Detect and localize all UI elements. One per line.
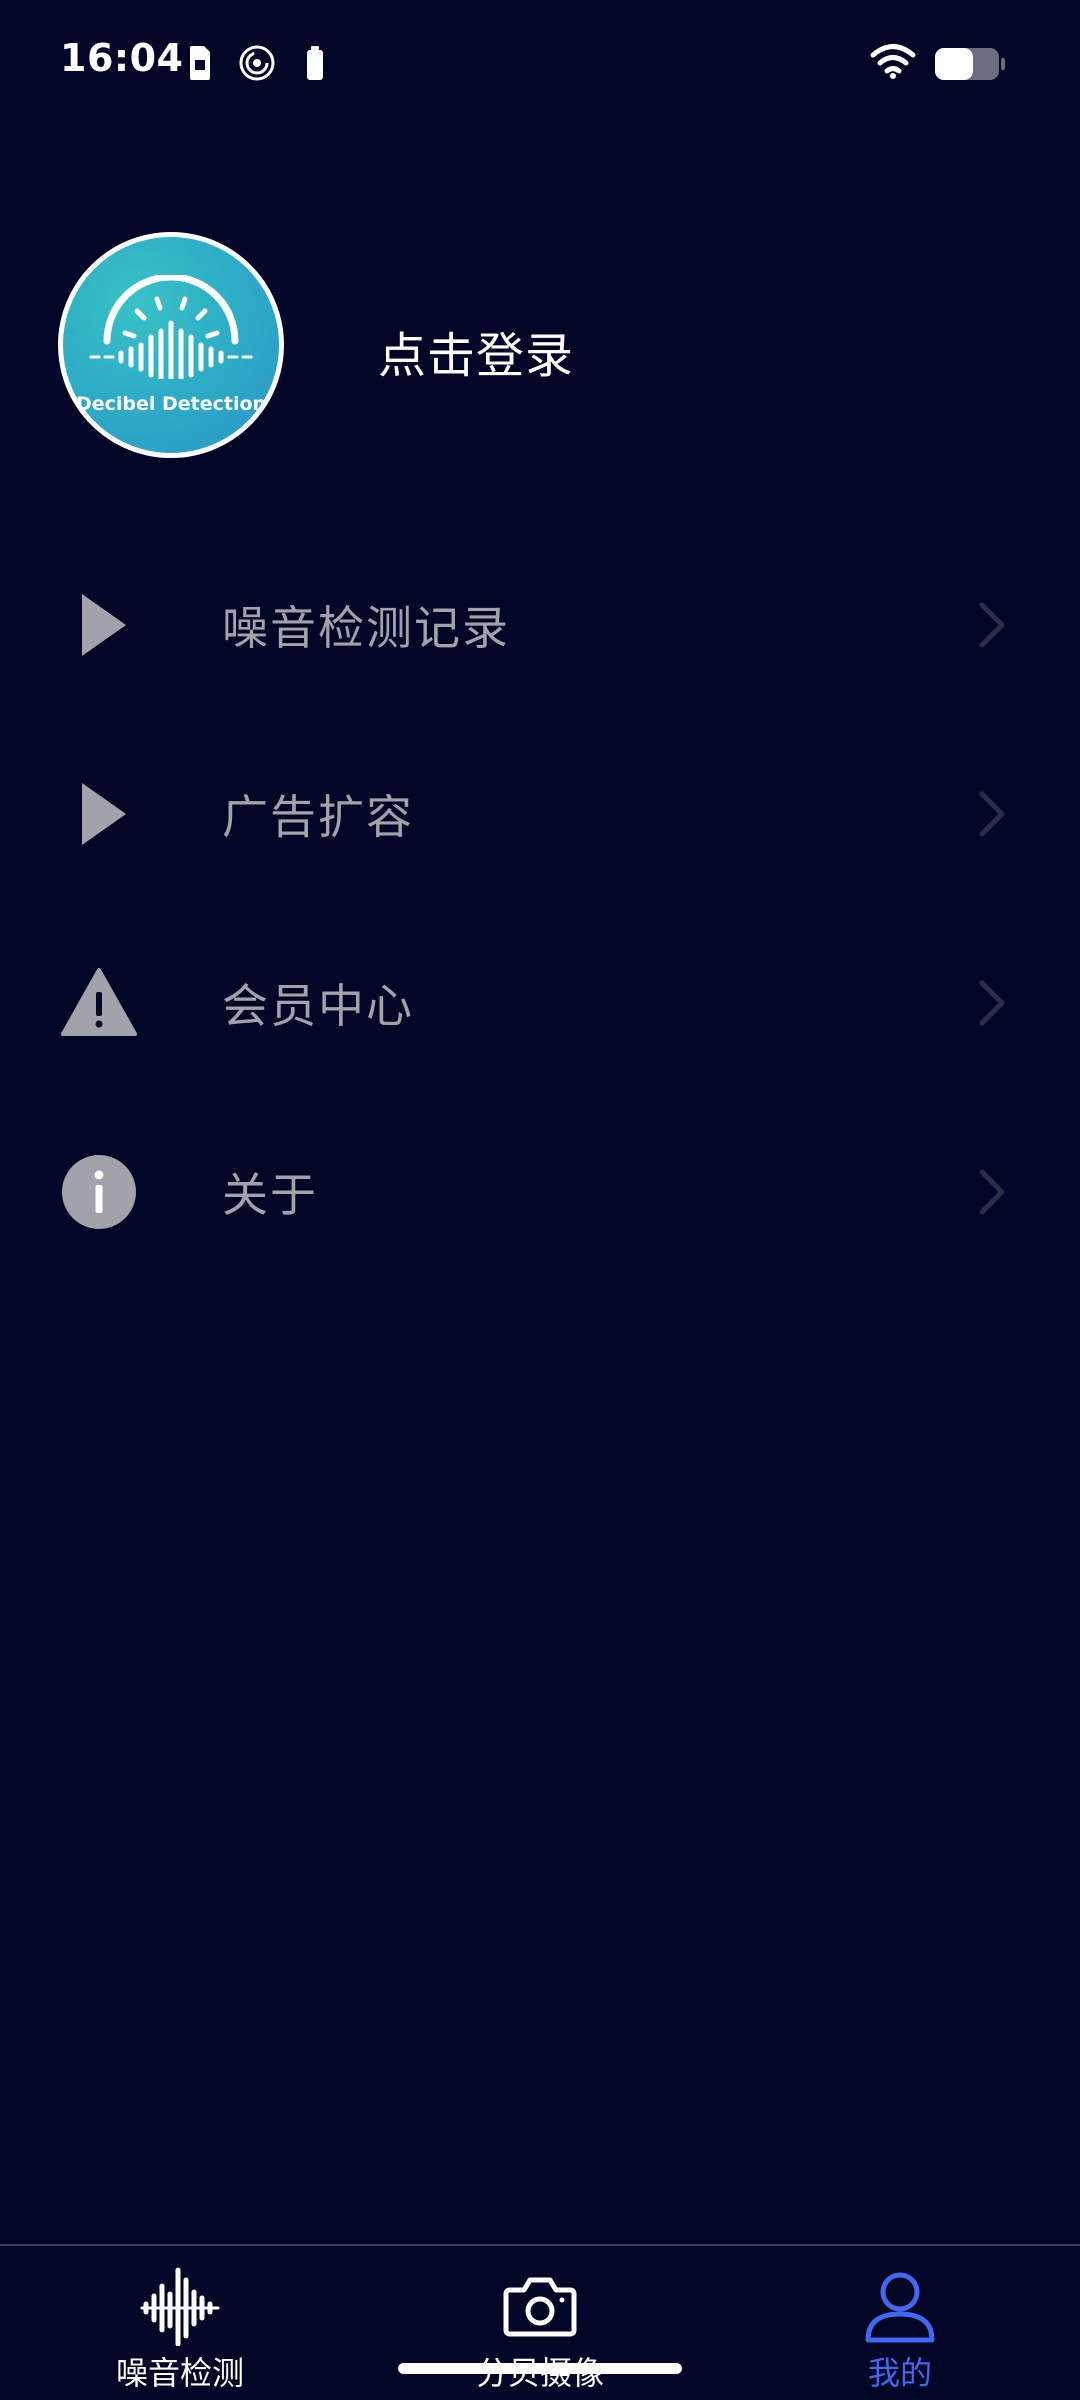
sim-card-icon [190,46,210,80]
battery-icon [935,48,1005,80]
menu-item-label: 广告扩容 [222,789,414,844]
chevron-right-icon [979,1169,1005,1214]
avatar-caption: Decibel Detection [75,393,267,415]
menu-item-membership[interactable]: 会员中心 [0,908,1080,1097]
login-link[interactable]: 点击登录 [378,316,574,386]
settings-menu: 噪音检测记录 广告扩容 会员中心 关于 [0,530,1080,1286]
tab-decibel-camera[interactable]: 分贝摄像 [360,2246,720,2400]
data-saver-icon [239,45,275,81]
camera-icon [503,2277,577,2337]
tab-label: 噪音检测 [115,2354,244,2392]
chevron-right-icon [979,602,1005,647]
warning-icon [61,967,137,1036]
menu-item-ad-expansion[interactable]: 广告扩容 [0,719,1080,908]
menu-item-about[interactable]: 关于 [0,1097,1080,1286]
menu-item-noise-records[interactable]: 噪音检测记录 [0,530,1080,719]
user-icon [865,2272,935,2343]
home-indicator[interactable] [398,2363,682,2374]
play-triangle-icon [82,782,126,845]
menu-item-label: 会员中心 [222,978,414,1033]
status-bar: 16:04 [0,0,1080,126]
battery-small-icon [307,46,323,80]
chevron-right-icon [979,980,1005,1025]
menu-item-label: 噪音检测记录 [222,600,510,655]
bottom-nav: 噪音检测 分贝摄像 我的 [0,2244,1080,2400]
wifi-icon [870,44,916,79]
tab-noise-detection[interactable]: 噪音检测 [0,2246,360,2400]
tab-mine[interactable]: 我的 [720,2246,1080,2400]
tab-label: 我的 [867,2354,932,2392]
menu-item-label: 关于 [222,1167,318,1222]
status-time: 16:04 [60,36,184,80]
play-triangle-icon [82,593,126,656]
decibel-gauge-icon [89,275,253,379]
info-icon [62,1154,136,1229]
sound-wave-icon [140,2267,220,2346]
avatar[interactable]: Decibel Detection [58,232,284,458]
chevron-right-icon [979,791,1005,836]
profile-screen: 16:04 Decibel Detection 点击登录 噪音检测记录 广告扩容… [0,0,1080,2400]
